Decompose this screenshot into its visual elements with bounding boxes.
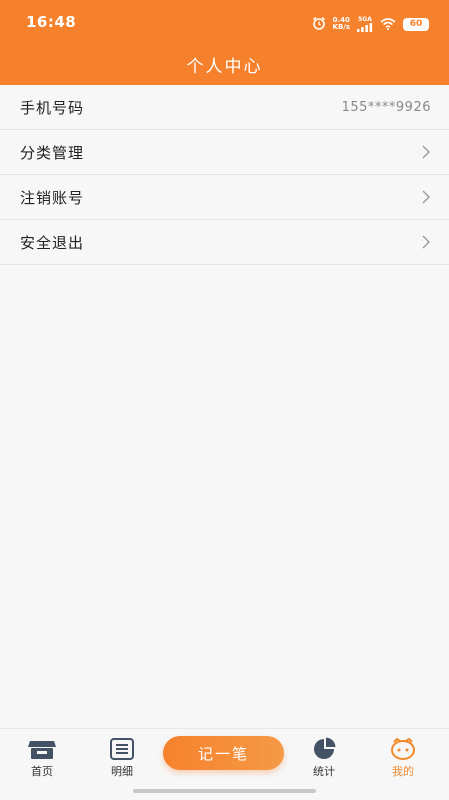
network-speed-unit: KB/s [332, 23, 350, 31]
tab-home-label: 首页 [31, 765, 53, 778]
tab-detail-label: 明细 [111, 765, 133, 778]
phone-number-row: 手机号码 155****9926 [0, 85, 449, 130]
safe-logout-label: 安全退出 [20, 233, 85, 252]
chevron-right-icon [422, 235, 430, 249]
tab-stats[interactable]: 统计 [294, 737, 354, 779]
list-icon [110, 738, 134, 760]
tab-stats-label: 统计 [313, 765, 335, 778]
category-management-label: 分类管理 [20, 143, 85, 162]
shop-icon [28, 741, 56, 759]
wifi-icon [380, 15, 396, 34]
alarm-icon [312, 15, 326, 34]
home-indicator[interactable] [133, 789, 316, 793]
battery-indicator: 60 [403, 17, 429, 31]
header: 16:48 0.40 KB/s 5GA 60 个人中心 [0, 0, 449, 85]
chevron-right-icon [422, 145, 430, 159]
tab-detail[interactable]: 明细 [92, 737, 152, 779]
signal-bars-icon [357, 22, 373, 32]
phone-number-label: 手机号码 [20, 98, 85, 117]
pie-chart-icon [314, 737, 336, 759]
safe-logout-row[interactable]: 安全退出 [0, 220, 449, 265]
settings-list: 手机号码 155****9926 分类管理 注销账号 安全退出 [0, 85, 449, 265]
chevron-right-icon [422, 190, 430, 204]
status-time: 16:48 [26, 13, 77, 31]
network-speed: 0.40 KB/s [333, 17, 350, 31]
tab-mine[interactable]: 我的 [373, 737, 433, 779]
tab-mine-label: 我的 [392, 765, 414, 778]
add-record-button[interactable]: 记一笔 [163, 736, 284, 770]
tab-home[interactable]: 首页 [12, 737, 72, 779]
face-icon [391, 737, 415, 760]
cancel-account-row[interactable]: 注销账号 [0, 175, 449, 220]
category-management-row[interactable]: 分类管理 [0, 130, 449, 175]
status-bar: 16:48 0.40 KB/s 5GA 60 [0, 0, 449, 45]
page-title: 个人中心 [186, 57, 263, 77]
phone-number-value: 155****9926 [341, 99, 431, 115]
status-icons: 0.40 KB/s 5GA 60 [312, 14, 429, 34]
cancel-account-label: 注销账号 [20, 188, 85, 207]
cellular-signal: 5GA [357, 16, 373, 32]
